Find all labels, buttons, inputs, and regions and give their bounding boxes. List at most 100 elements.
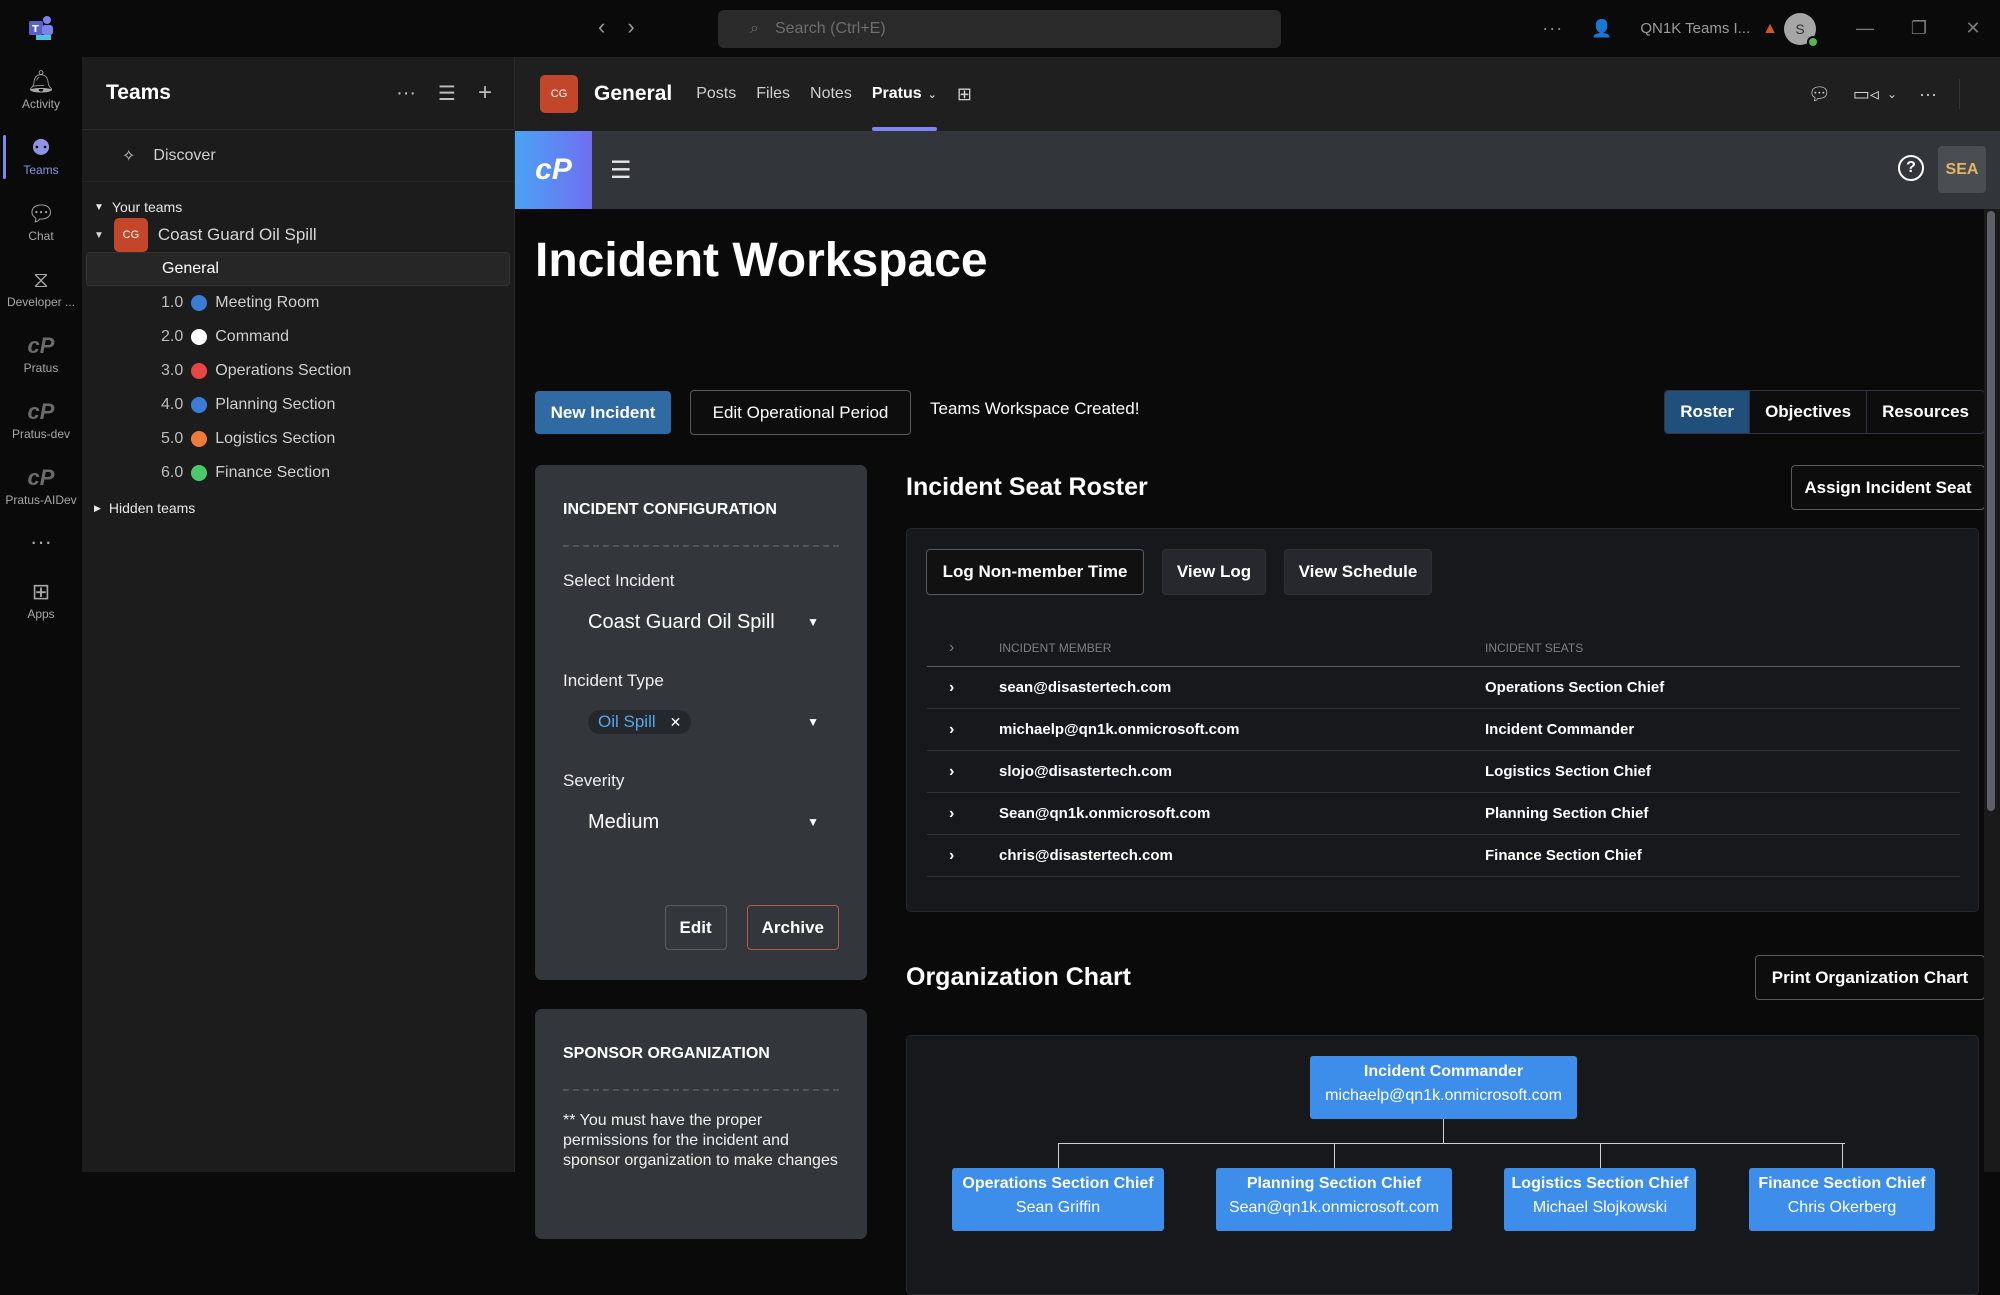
rail-item-teams[interactable]: ⚉ Teams <box>0 123 82 189</box>
member-email: chris@disastertech.com <box>999 847 1173 864</box>
expand-all-icon[interactable]: › <box>927 639 999 657</box>
remove-chip-icon[interactable]: ✕ <box>670 714 682 731</box>
tab-pratus[interactable]: Pratus ⌄ <box>871 57 937 131</box>
svg-text:T: T <box>32 24 39 35</box>
help-icon[interactable]: ? <box>1898 155 1924 181</box>
more-options-icon[interactable]: ··· <box>1919 84 1937 105</box>
archive-button[interactable]: Archive <box>746 905 839 950</box>
channel-item[interactable]: 6.0 Finance Section <box>86 456 510 490</box>
expand-row-icon[interactable]: › <box>927 805 999 823</box>
rail-item-pratus-aidev[interactable]: cP Pratus-AIDev <box>0 453 82 519</box>
user-badge[interactable]: SEA <box>1938 146 1986 193</box>
expand-row-icon[interactable]: › <box>927 721 999 739</box>
warning-icon: ▲ <box>1762 19 1778 37</box>
search-input[interactable]: ⌕ Search (Ctrl+E) <box>718 10 1281 48</box>
expand-row-icon[interactable]: › <box>927 847 999 865</box>
tab-notes[interactable]: Notes <box>810 57 852 131</box>
rail-label: Teams <box>23 163 59 177</box>
rail-item-apps[interactable]: ⊞ Apps <box>0 567 82 633</box>
table-row[interactable]: › chris@disastertech.com Finance Section C… <box>927 835 1960 877</box>
pratus-logo-icon[interactable]: cP <box>515 131 592 209</box>
team-avatar: CG <box>540 75 578 113</box>
pratus-icon: cP <box>27 333 55 358</box>
rail-item-developer[interactable]: ⧖ Developer ... <box>0 255 82 321</box>
discover-item[interactable]: ✧ Discover <box>82 130 514 182</box>
close-icon[interactable]: ✕ <box>1946 18 2000 39</box>
org-node-root[interactable]: Incident Commander michaelp@qn1k.onmicro… <box>1310 1056 1577 1119</box>
select-incident-dropdown[interactable]: Coast Guard Oil Spill ▼ <box>563 597 839 647</box>
member-email: michaelp@qn1k.onmicrosoft.com <box>999 721 1240 738</box>
add-tab-icon[interactable]: ⊞ <box>957 84 972 105</box>
rail-item-chat[interactable]: 💬︎ Chat <box>0 189 82 255</box>
hidden-teams-header[interactable]: ▶ Hidden teams <box>82 500 514 516</box>
assign-incident-seat-button[interactable]: Assign Incident Seat <box>1791 465 1985 510</box>
add-icon[interactable]: + <box>478 79 492 107</box>
member-email: Sean@qn1k.onmicrosoft.com <box>999 805 1211 822</box>
table-row[interactable]: › michaelp@qn1k.onmicrosoft.com Incident C… <box>927 709 1960 751</box>
tab-files[interactable]: Files <box>756 57 790 131</box>
bell-icon: 🔔︎ <box>27 69 55 94</box>
more-options-icon[interactable]: ··· <box>396 82 416 105</box>
expand-row-icon[interactable]: › <box>927 763 999 781</box>
org-node[interactable]: Operations Section Chief Sean Griffin <box>952 1168 1164 1231</box>
channel-number: 4.0 <box>161 396 184 413</box>
scrollbar[interactable] <box>1984 209 2000 1172</box>
rail-item-activity[interactable]: 🔔︎ Activity <box>0 57 82 123</box>
table-row[interactable]: › sean@disastertech.com Operations Section… <box>927 667 1960 709</box>
tab-roster[interactable]: Roster <box>1665 391 1750 433</box>
member-email: sean@disastertech.com <box>999 679 1172 696</box>
table-row[interactable]: › slojo@disastertech.com Logistics Section… <box>927 751 1960 793</box>
forward-icon[interactable]: › <box>627 14 634 40</box>
tab-resources[interactable]: Resources <box>1866 391 1984 433</box>
team-coast-guard-oil-spill[interactable]: ▼ CG Coast Guard Oil Spill <box>82 218 514 252</box>
edit-button[interactable]: Edit <box>664 905 727 950</box>
channel-item[interactable]: 4.0 Planning Section <box>86 388 510 422</box>
channel-item[interactable]: General <box>86 252 510 286</box>
edit-operational-period-button[interactable]: Edit Operational Period <box>690 390 911 435</box>
log-non-member-time-button[interactable]: Log Non-member Time <box>926 549 1144 595</box>
conversation-icon[interactable]: 💬︎ <box>1808 84 1831 105</box>
rail-item-pratus-dev[interactable]: cP Pratus-dev <box>0 387 82 453</box>
channel-item[interactable]: 2.0 Command <box>86 320 510 354</box>
view-schedule-button[interactable]: View Schedule <box>1284 549 1432 595</box>
tab-posts[interactable]: Posts <box>696 57 736 131</box>
rail-label: Activity <box>21 97 60 111</box>
rail-more-apps[interactable]: ··· <box>0 519 82 567</box>
channel-number: 5.0 <box>161 430 184 447</box>
more-options-icon[interactable]: ··· <box>1542 18 1563 39</box>
org-name[interactable]: QN1K Teams I... <box>1640 20 1750 37</box>
org-node[interactable]: Logistics Section Chief Michael Slojkowsk… <box>1504 1168 1696 1231</box>
channel-item[interactable]: 1.0 Meeting Room <box>86 286 510 320</box>
discover-label: Discover <box>153 146 216 164</box>
org-node[interactable]: Finance Section Chief Chris Okerberg <box>1749 1168 1935 1231</box>
restore-icon[interactable]: ❐ <box>1892 18 1946 39</box>
back-icon[interactable]: ‹ <box>598 14 605 40</box>
video-call-icon[interactable]: ▭◃ <box>1853 84 1879 105</box>
divider <box>1959 79 1960 109</box>
chevron-down-icon[interactable]: ⌄ <box>1887 87 1897 101</box>
table-row[interactable]: › Sean@qn1k.onmicrosoft.com Planning Secti… <box>927 793 1960 835</box>
scrollbar-thumb[interactable] <box>1987 211 1995 811</box>
your-teams-header[interactable]: ▼ Your teams <box>82 196 514 218</box>
expand-row-icon[interactable]: › <box>927 679 999 697</box>
channel-item[interactable]: 3.0 Operations Section <box>86 354 510 388</box>
incident-type-multiselect[interactable]: Oil Spill ✕ ▼ <box>563 697 839 747</box>
filter-icon[interactable]: ☰ <box>438 81 456 106</box>
user-avatar[interactable]: S <box>1784 12 1819 48</box>
org-node[interactable]: Planning Section Chief Sean@qn1k.onmicros… <box>1216 1168 1452 1231</box>
severity-dropdown[interactable]: Medium ▼ <box>563 797 839 847</box>
minimize-icon[interactable]: — <box>1838 18 1892 39</box>
new-incident-button[interactable]: New Incident <box>535 391 671 434</box>
print-org-chart-button[interactable]: Print Organization Chart <box>1755 955 1985 1000</box>
tab-objectives[interactable]: Objectives <box>1749 391 1867 433</box>
people-notification-icon[interactable]: 👤 <box>1591 19 1612 39</box>
channel-color-dot-icon <box>191 397 208 413</box>
node-name: Sean Griffin <box>1015 1199 1101 1216</box>
channel-number: 6.0 <box>161 464 184 481</box>
chip-label: Oil Spill <box>598 712 656 731</box>
view-log-button[interactable]: View Log <box>1162 549 1266 595</box>
channel-item[interactable]: 5.0 Logistics Section <box>86 422 510 456</box>
caret-down-icon: ▼ <box>807 815 819 829</box>
hamburger-menu-icon[interactable]: ☰ <box>610 156 632 185</box>
rail-item-pratus[interactable]: cP Pratus <box>0 321 82 387</box>
